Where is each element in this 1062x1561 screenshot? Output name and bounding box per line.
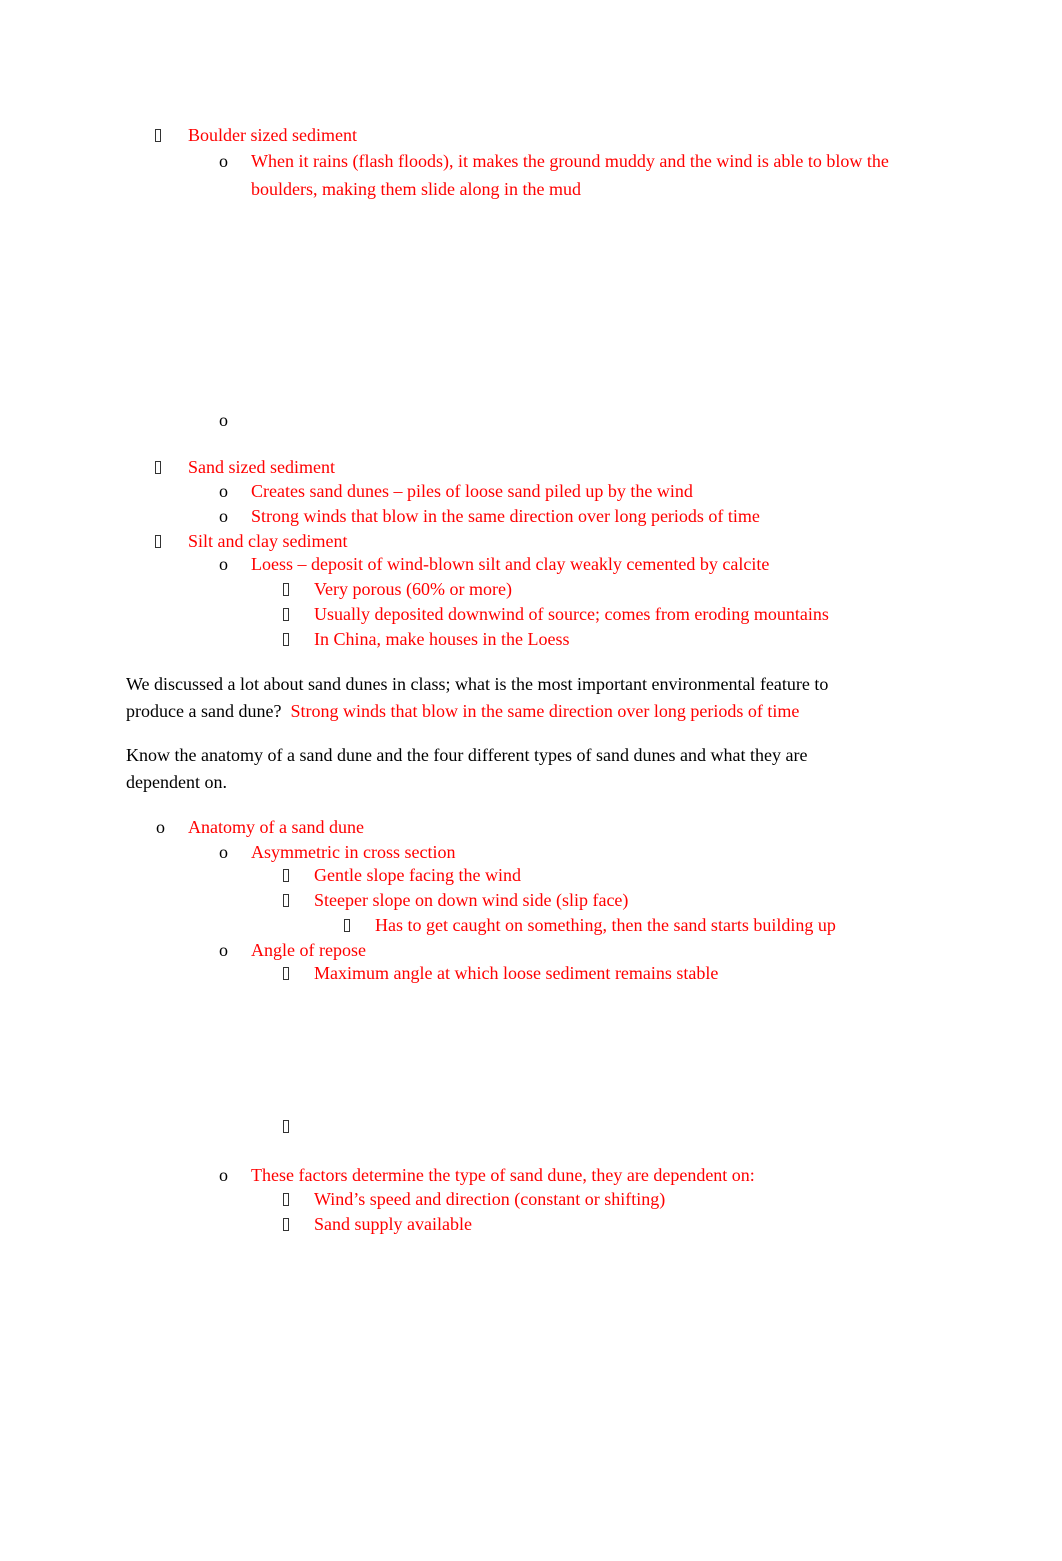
bullet-circle-icon: o — [219, 481, 228, 501]
list-item-text: Anatomy of a sand dune — [188, 817, 364, 837]
question1-line1: We discussed a lot about sand dunes in c… — [126, 674, 829, 694]
bullet-box-icon — [283, 864, 289, 887]
bullet-box-icon — [155, 456, 161, 479]
list-item-text: Silt and clay sediment — [188, 531, 348, 551]
list-item-text: Strong winds that blow in the same direc… — [251, 506, 760, 526]
list-item-text: Sand sized sediment — [188, 457, 335, 477]
bullet-box-icon — [283, 962, 289, 985]
bullet-box-icon — [283, 889, 289, 912]
list-item-text: Very porous (60% or more) — [314, 579, 512, 599]
bullet-circle-icon: o — [219, 151, 228, 171]
bullet-box-icon — [155, 530, 161, 553]
list-item-text: Usually deposited downwind of source; co… — [314, 604, 829, 624]
list-item-text: Steeper slope on down wind side (slip fa… — [314, 890, 629, 910]
list-item-text: Boulder sized sediment — [188, 125, 357, 145]
list-item-text: Angle of repose — [251, 940, 366, 960]
list-item-text: Asymmetric in cross section — [251, 842, 456, 862]
question1-line2: produce a sand dune? Strong winds that b… — [126, 700, 799, 722]
bullet-circle-icon: o — [219, 1165, 228, 1185]
list-item-text: These factors determine the type of sand… — [251, 1165, 755, 1185]
bullet-box-icon — [283, 628, 289, 651]
list-item-text: Creates sand dunes – piles of loose sand… — [251, 481, 693, 501]
bullet-circle-icon: o — [219, 842, 228, 862]
bullet-circle-icon: o — [219, 554, 228, 574]
list-item-text: Sand supply available — [314, 1214, 472, 1234]
list-item-text: When it rains (flash floods), it makes t… — [251, 151, 889, 171]
list-item-text: boulders, making them slide along in the… — [251, 179, 581, 199]
bullet-box-icon — [155, 124, 161, 147]
bullet-circle-icon: o — [219, 506, 228, 526]
question1-answer: Strong winds that blow in the same direc… — [290, 701, 800, 721]
question2-line2: dependent on. — [126, 772, 227, 792]
bullet-circle-icon: o — [156, 817, 165, 837]
bullet-box-icon — [283, 1188, 289, 1211]
list-item-text: Loess – deposit of wind-blown silt and c… — [251, 554, 770, 574]
question2-line1: Know the anatomy of a sand dune and the … — [126, 745, 808, 765]
list-item-text: Has to get caught on something, then the… — [375, 915, 836, 935]
question1-prompt: produce a sand dune? — [126, 701, 282, 721]
bullet-box-icon — [283, 1115, 289, 1138]
list-item-text: Wind’s speed and direction (constant or … — [314, 1189, 666, 1209]
bullet-box-icon — [283, 1213, 289, 1236]
list-item-text: Gentle slope facing the wind — [314, 865, 521, 885]
bullet-box-icon — [283, 603, 289, 626]
bullet-box-icon — [344, 914, 350, 937]
bullet-circle-icon: o — [219, 940, 228, 960]
bullet-box-icon — [283, 578, 289, 601]
list-item-text: Maximum angle at which loose sediment re… — [314, 963, 719, 983]
bullet-circle-icon: o — [219, 410, 228, 430]
list-item-text: In China, make houses in the Loess — [314, 629, 570, 649]
